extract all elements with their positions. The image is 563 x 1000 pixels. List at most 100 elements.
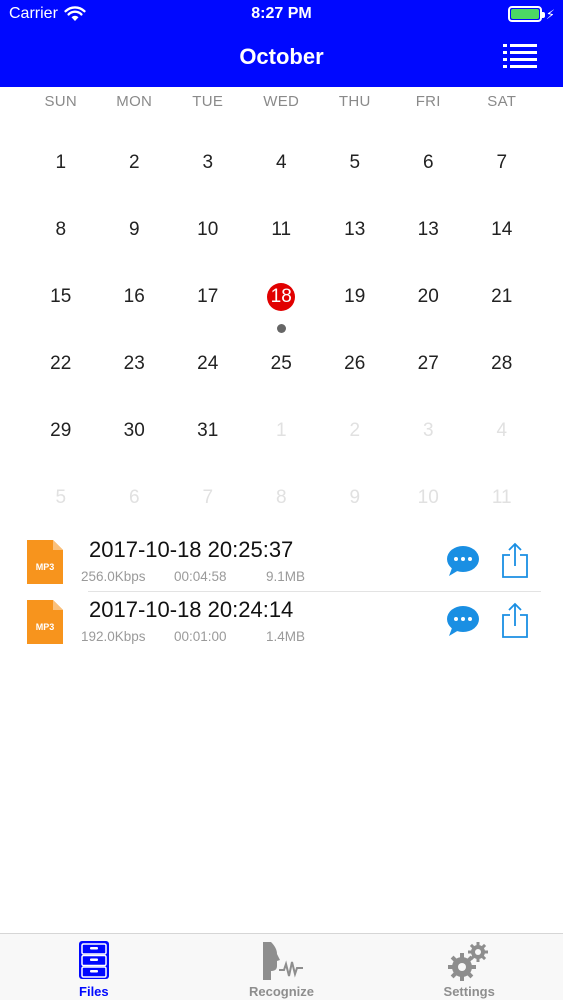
calendar-day[interactable]: 27 (392, 331, 466, 398)
recordings-list: MP3 2017-10-18 20:25:37 256.0Kbps 00:04:… (0, 532, 563, 652)
calendar-day[interactable]: 11 (245, 197, 319, 264)
day-number: 13 (344, 219, 366, 240)
day-number: 3 (202, 152, 214, 173)
day-number: 26 (344, 353, 366, 374)
recording-duration: 00:01:00 (174, 629, 227, 644)
calendar-week-row: 1 2 3 4 5 6 7 (24, 130, 539, 197)
calendar-day[interactable]: 13 (392, 197, 466, 264)
weekday-label: THU (338, 93, 371, 110)
recording-meta: 192.0Kbps 00:01:00 1.4MB (81, 629, 305, 644)
day-number: 10 (417, 487, 439, 508)
weekday-label: FRI (415, 93, 441, 110)
weekday-header: SUN MON TUE WED THU FRI SAT (0, 93, 563, 110)
calendar-day[interactable]: 9 (98, 197, 172, 264)
tab-bar: Files Recognize Settings (0, 933, 563, 1000)
status-time: 8:27 PM (251, 5, 312, 22)
calendar-day[interactable]: 25 (245, 331, 319, 398)
calendar-day[interactable]: 9 (318, 465, 392, 532)
calendar-day[interactable]: 2 (318, 398, 392, 465)
recording-meta: 256.0Kbps 00:04:58 9.1MB (81, 569, 305, 584)
day-number: 8 (275, 487, 287, 508)
day-number: 19 (344, 286, 366, 307)
calendar-day[interactable]: 7 (465, 130, 539, 197)
mp3-file-icon-label: MP3 (36, 622, 55, 632)
calendar-day[interactable]: 10 (392, 465, 466, 532)
calendar-day[interactable]: 23 (98, 331, 172, 398)
voice-recognize-icon (262, 942, 303, 980)
day-number: 6 (128, 487, 140, 508)
comment-icon[interactable] (446, 605, 480, 637)
calendar-day[interactable]: 5 (24, 465, 98, 532)
share-icon[interactable] (502, 542, 528, 578)
day-number: 7 (202, 487, 214, 508)
recording-size: 1.4MB (266, 629, 306, 644)
day-number: 25 (270, 353, 292, 374)
calendar-day[interactable]: 20 (392, 264, 466, 331)
tab-settings[interactable]: Settings (375, 934, 563, 1000)
recording-duration: 00:04:58 (174, 569, 227, 584)
tab-files[interactable]: Files (0, 934, 188, 1000)
calendar-day[interactable]: 1 (24, 130, 98, 197)
calendar-week-row: 22 23 24 25 26 27 28 (24, 331, 539, 398)
recording-row[interactable]: MP3 2017-10-18 20:25:37 256.0Kbps 00:04:… (0, 532, 563, 592)
list-icon[interactable] (503, 43, 537, 71)
day-number: 14 (491, 219, 513, 240)
calendar-day[interactable]: 24 (171, 331, 245, 398)
calendar-week-row: 8 9 10 11 13 13 14 (24, 197, 539, 264)
calendar-day[interactable]: 4 (465, 398, 539, 465)
day-number: 27 (417, 353, 439, 374)
calendar-day[interactable]: 8 (24, 197, 98, 264)
calendar-day[interactable]: 26 (318, 331, 392, 398)
calendar-day[interactable]: 6 (392, 130, 466, 197)
recording-row[interactable]: MP3 2017-10-18 20:24:14 192.0Kbps 00:01:… (0, 592, 563, 652)
calendar-day[interactable]: 2 (98, 130, 172, 197)
gears-icon (448, 942, 489, 981)
calendar-day[interactable]: 16 (98, 264, 172, 331)
calendar-day[interactable]: 11 (465, 465, 539, 532)
day-number: 20 (417, 286, 439, 307)
day-number: 24 (197, 353, 219, 374)
tab-files-label: Files (79, 984, 109, 999)
charging-bolt-icon: ⚡ (545, 6, 555, 22)
status-bar: Carrier 8:27 PM ⚡ (0, 0, 563, 30)
calendar-day[interactable]: 4 (245, 130, 319, 197)
calendar-day[interactable]: 28 (465, 331, 539, 398)
calendar-day[interactable]: 10 (171, 197, 245, 264)
recording-bitrate: 256.0Kbps (81, 569, 146, 584)
calendar-day[interactable]: 17 (171, 264, 245, 331)
tab-recognize[interactable]: Recognize (188, 934, 376, 1000)
calendar-day[interactable]: 1 (245, 398, 319, 465)
day-number: 17 (197, 286, 219, 307)
calendar-day-selected[interactable]: 18 (245, 264, 319, 333)
calendar-day[interactable]: 8 (245, 465, 319, 532)
day-number: 10 (197, 219, 219, 240)
tab-settings-label: Settings (443, 984, 495, 999)
comment-icon[interactable] (446, 545, 480, 577)
day-number: 11 (491, 487, 512, 508)
calendar-day[interactable]: 29 (24, 398, 98, 465)
weekday-label: SUN (44, 93, 78, 110)
share-icon[interactable] (502, 602, 528, 638)
day-number: 3 (422, 420, 434, 441)
recording-size: 9.1MB (266, 569, 306, 584)
day-number: 1 (55, 152, 67, 173)
day-number: 5 (349, 152, 361, 173)
calendar-day[interactable]: 13 (318, 197, 392, 264)
calendar-day[interactable]: 14 (465, 197, 539, 264)
calendar-day[interactable]: 3 (392, 398, 466, 465)
app-header: Carrier 8:27 PM ⚡ October (0, 0, 563, 87)
calendar-day[interactable]: 31 (171, 398, 245, 465)
calendar-grid: 1 2 3 4 5 6 7 8 9 10 11 13 13 14 15 16 17 18 19 20 21 22 23 24 2… (24, 130, 539, 532)
calendar-day[interactable]: 15 (24, 264, 98, 331)
recording-title: 2017-10-18 20:25:37 (89, 537, 294, 562)
calendar-day[interactable]: 21 (465, 264, 539, 331)
calendar-day[interactable]: 6 (98, 465, 172, 532)
day-number: 31 (197, 420, 219, 441)
calendar-day[interactable]: 30 (98, 398, 172, 465)
calendar-day[interactable]: 3 (171, 130, 245, 197)
calendar-day[interactable]: 19 (318, 264, 392, 331)
calendar-day[interactable]: 7 (171, 465, 245, 532)
calendar-day[interactable]: 5 (318, 130, 392, 197)
calendar-day[interactable]: 22 (24, 331, 98, 398)
battery-level-fill (510, 9, 539, 19)
